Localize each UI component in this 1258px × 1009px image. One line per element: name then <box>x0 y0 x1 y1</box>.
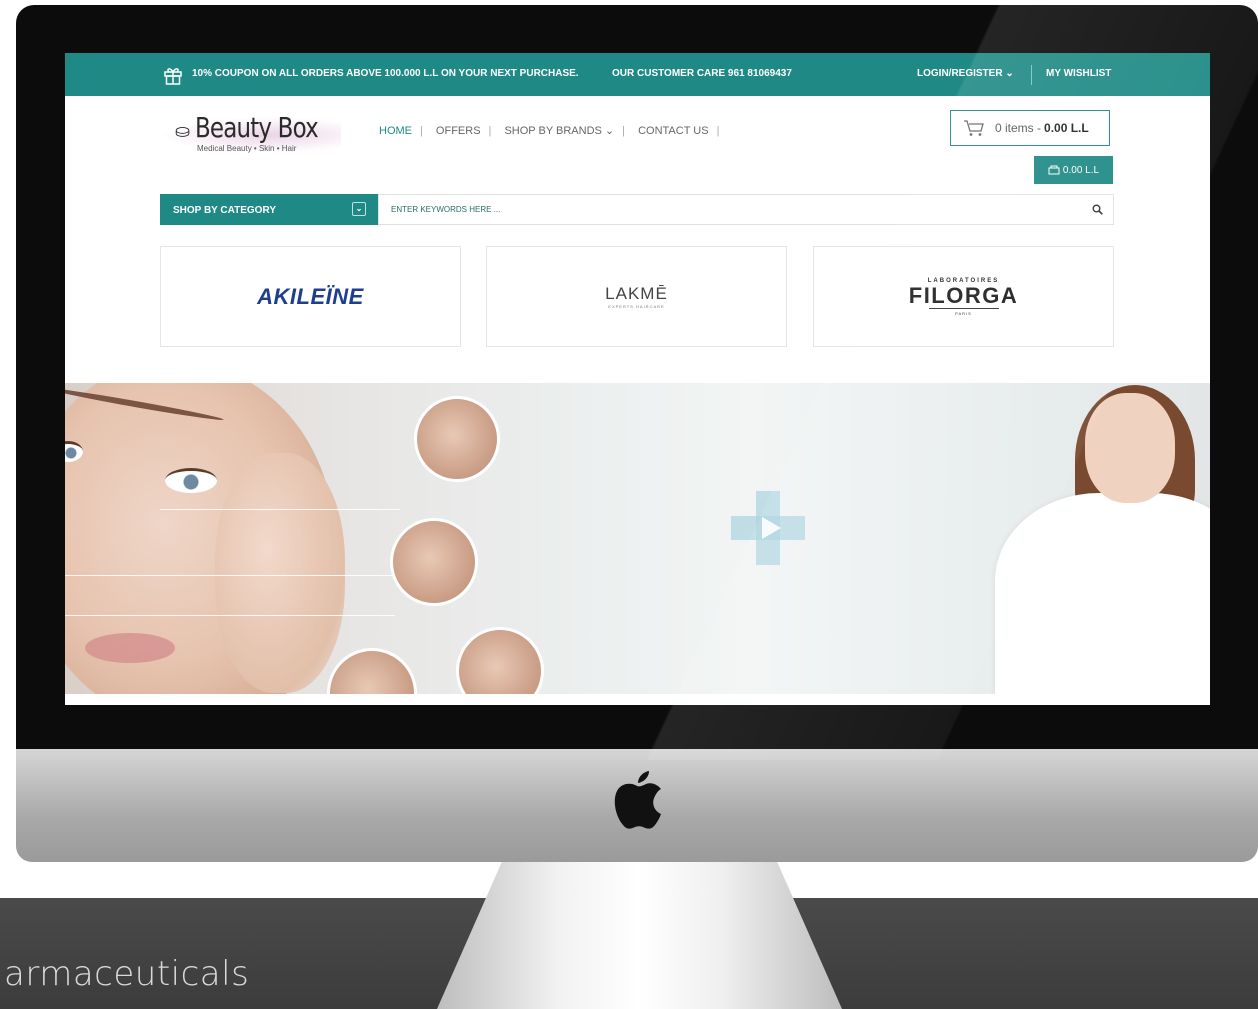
callout-line <box>65 615 395 616</box>
footer-text: armaceuticals <box>4 954 250 994</box>
nav-shop-by-brands[interactable]: SHOP BY BRANDS ⌄ <box>504 125 614 137</box>
pharmacist-image <box>935 383 1210 694</box>
nav-separator: | <box>622 125 626 137</box>
mini-cart-total: 0.00 L.L <box>1062 164 1100 176</box>
cart-items: 0 items - <box>995 121 1042 135</box>
top-bar: 10% COUPON ON ALL ORDERS ABOVE 100.000 L… <box>65 53 1210 96</box>
skin-closeup-lips <box>456 627 544 694</box>
website-screen: 10% COUPON ON ALL ORDERS ABOVE 100.000 L… <box>65 53 1210 705</box>
basket-icon <box>1048 165 1060 175</box>
brand-tile-akileine[interactable]: AKILEÏNE <box>160 246 461 347</box>
customer-care: OUR CUSTOMER CARE 961 81069437 <box>612 68 792 79</box>
logo-brand: Beauty Box <box>195 111 319 144</box>
hero-banner[interactable] <box>65 383 1210 694</box>
lakme-logo: LAKMĒ EXPERTS HAIRCARE <box>605 284 668 309</box>
cart-total: 0.00 L.L <box>1044 121 1089 135</box>
skin-closeup-eye <box>414 396 500 482</box>
filorga-name: FILORGA <box>908 282 1019 308</box>
cart-icon <box>964 120 984 136</box>
brand-tile-filorga[interactable]: LABORATOIRES FILORGA PARIS <box>813 246 1114 347</box>
filorga-logo: LABORATOIRES FILORGA PARIS <box>909 278 1019 316</box>
model-hand-image <box>215 453 345 693</box>
lakme-name: LAKMĒ <box>605 284 668 303</box>
nav-separator: | <box>716 125 720 137</box>
skin-closeup-mouth <box>390 518 478 606</box>
mini-cart-button[interactable]: 0.00 L.L <box>1034 156 1113 184</box>
nav-separator: | <box>488 125 492 137</box>
nav-contact-us[interactable]: CONTACT US <box>638 125 709 137</box>
main-nav: HOME | OFFERS | SHOP BY BRANDS ⌄ | CONTACT … <box>379 124 729 137</box>
content-gap <box>65 694 1210 705</box>
akileine-logo: AKILEÏNE <box>257 283 364 309</box>
model-eye-right <box>165 468 217 493</box>
pharmacist-coat <box>995 493 1210 694</box>
coupon-message: 10% COUPON ON ALL ORDERS ABOVE 100.000 L… <box>192 68 579 79</box>
logo-tagline: Medical Beauty • Skin • Hair <box>197 144 297 153</box>
brand-tile-lakme[interactable]: LAKMĒ EXPERTS HAIRCARE <box>486 246 787 347</box>
search-icon[interactable] <box>1092 204 1103 215</box>
monitor-stand <box>437 862 842 1009</box>
shop-by-category-dropdown[interactable]: SHOP BY CATEGORY ⌄ <box>160 194 378 225</box>
apple-logo-icon <box>614 771 661 829</box>
divider <box>1031 65 1032 85</box>
gift-icon <box>164 68 182 85</box>
category-label: SHOP BY CATEGORY <box>173 205 276 216</box>
callout-line <box>65 575 395 576</box>
chevron-down-icon: ⌄ <box>352 202 366 216</box>
nav-separator: | <box>420 125 423 137</box>
login-register-link[interactable]: LOGIN/REGISTER ⌄ <box>917 68 1014 79</box>
cart-summary-button[interactable]: 0 items - 0.00 L.L <box>950 110 1110 146</box>
model-lips <box>85 633 175 663</box>
nav-home[interactable]: HOME <box>379 125 412 137</box>
lakme-subtitle: EXPERTS HAIRCARE <box>608 304 665 309</box>
callout-line <box>160 509 400 510</box>
logo-mark-icon: ⛀ <box>175 121 191 141</box>
search-input[interactable] <box>389 204 993 215</box>
nav-offers[interactable]: OFFERS <box>436 125 481 137</box>
site-logo[interactable]: ⛀ Beauty Box Medical Beauty • Skin • Hai… <box>161 111 341 157</box>
filorga-paris: PARIS <box>928 307 999 316</box>
wishlist-link[interactable]: MY WISHLIST <box>1046 68 1111 79</box>
pharmacist-face <box>1085 393 1175 503</box>
search-bar <box>378 194 1114 225</box>
skin-closeup-neck <box>327 648 417 694</box>
pharmacy-cross-icon <box>731 491 805 565</box>
